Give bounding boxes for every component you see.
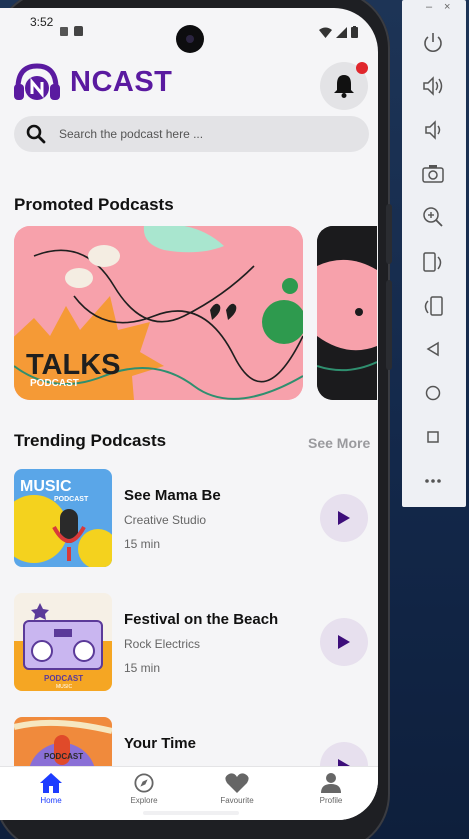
track-item[interactable]: PODCAST MUSIC Festival on the Beach Rock… — [14, 593, 369, 691]
promoted-card-2[interactable] — [317, 226, 377, 400]
heart-icon — [225, 773, 249, 793]
home-button[interactable] — [418, 378, 448, 408]
phone-side-button — [386, 204, 392, 264]
track-title: Your Time — [124, 735, 196, 752]
home-circle-icon — [425, 385, 441, 401]
thumb-subtitle: MUSIC — [56, 684, 73, 690]
power-icon — [424, 33, 442, 52]
bell-icon — [334, 75, 354, 98]
home-icon — [40, 773, 62, 793]
emulator-toolbar: – × — [402, 0, 466, 507]
more-icon — [425, 479, 441, 483]
camera-icon — [422, 165, 444, 183]
back-button[interactable] — [418, 334, 448, 364]
user-icon — [321, 773, 341, 793]
boombox-artwork: PODCAST MUSIC — [14, 593, 112, 691]
rotate-left-button[interactable] — [418, 247, 448, 277]
notification-a-icon — [60, 27, 68, 36]
volume-up-button[interactable] — [418, 71, 448, 101]
ncast-logo-icon — [14, 63, 60, 100]
track-duration: 15 min — [124, 537, 161, 551]
close-button[interactable]: × — [444, 1, 450, 13]
battery-icon — [351, 26, 358, 38]
nav-favourite[interactable]: Favourite — [202, 773, 272, 805]
track-thumbnail: MUSIC PODCAST — [14, 469, 112, 567]
trending-section-title: Trending Podcasts — [14, 431, 167, 450]
overview-button[interactable] — [418, 422, 448, 452]
promo-subtitle: PODCAST — [30, 378, 79, 389]
track-item[interactable]: MUSIC PODCAST See Mama Be Creative Studi… — [14, 469, 369, 567]
compass-icon — [134, 773, 154, 793]
rotate-right-button[interactable] — [418, 291, 448, 321]
power-button[interactable] — [418, 27, 448, 57]
track-thumbnail: PODCAST MUSIC — [14, 593, 112, 691]
front-camera — [176, 25, 204, 53]
promoted-section-title: Promoted Podcasts — [14, 195, 174, 214]
play-button[interactable] — [320, 618, 368, 666]
nav-home-label: Home — [40, 796, 62, 805]
volume-down-button[interactable] — [418, 115, 448, 145]
nav-home[interactable]: Home — [16, 773, 86, 805]
more-button[interactable] — [418, 466, 448, 496]
nav-profile-label: Profile — [319, 796, 343, 805]
overview-icon — [427, 431, 439, 443]
rotate-left-icon — [423, 252, 442, 272]
track-title: See Mama Be — [124, 487, 221, 504]
status-icons — [319, 26, 358, 38]
brand-name: NCAST — [70, 66, 173, 98]
back-icon — [426, 341, 439, 357]
track-artist: Rock Electrics — [124, 637, 201, 651]
zoom-in-icon — [423, 207, 443, 227]
status-bar: 3:52 — [0, 8, 378, 53]
volume-down-icon — [425, 120, 441, 140]
music-podcast-artwork: MUSIC PODCAST — [14, 469, 112, 567]
wifi-icon — [319, 27, 332, 38]
see-more-link[interactable]: See More — [308, 435, 370, 451]
volume-up-icon — [423, 76, 443, 96]
rotate-right-icon — [424, 296, 443, 316]
play-icon — [338, 511, 350, 525]
search-icon — [26, 124, 46, 144]
nav-favourite-label: Favourite — [220, 796, 254, 805]
track-artist: Creative Studio — [124, 513, 207, 527]
notifications-button[interactable] — [320, 62, 368, 110]
promo-2-artwork — [317, 226, 377, 400]
zoom-button[interactable] — [418, 202, 448, 232]
phone-volume-button — [386, 280, 392, 370]
nav-explore[interactable]: Explore — [109, 773, 179, 805]
app-screen: 3:52 NCAST Search the podcast here ... P… — [0, 8, 378, 820]
thumb-title: MUSIC — [20, 478, 72, 495]
toolbar-window-controls: – × — [402, 0, 466, 18]
play-icon — [338, 635, 350, 649]
minimize-button[interactable]: – — [426, 1, 432, 13]
signal-icon — [336, 26, 347, 38]
status-time: 3:52 — [30, 15, 54, 29]
talks-artwork: TALKS PODCAST — [14, 226, 303, 400]
screenshot-button[interactable] — [418, 159, 448, 189]
search-input[interactable] — [59, 116, 349, 152]
nav-profile[interactable]: Profile — [296, 773, 366, 805]
thumb-subtitle: PODCAST — [54, 496, 89, 503]
nav-explore-label: Explore — [130, 796, 158, 805]
thumb-title: PODCAST — [44, 674, 83, 683]
gesture-home-indicator[interactable] — [143, 811, 239, 815]
promo-title: TALKS — [26, 349, 121, 381]
app-header: NCAST — [14, 62, 369, 110]
track-title: Festival on the Beach — [124, 611, 279, 628]
search-bar[interactable] — [14, 116, 369, 152]
track-duration: 15 min — [124, 661, 161, 675]
play-button[interactable] — [320, 494, 368, 542]
notification-badge — [356, 62, 368, 74]
promoted-card-talks[interactable]: TALKS PODCAST — [14, 226, 303, 400]
sd-card-icon — [74, 26, 83, 36]
thumb-title: PODCAST — [44, 752, 83, 761]
